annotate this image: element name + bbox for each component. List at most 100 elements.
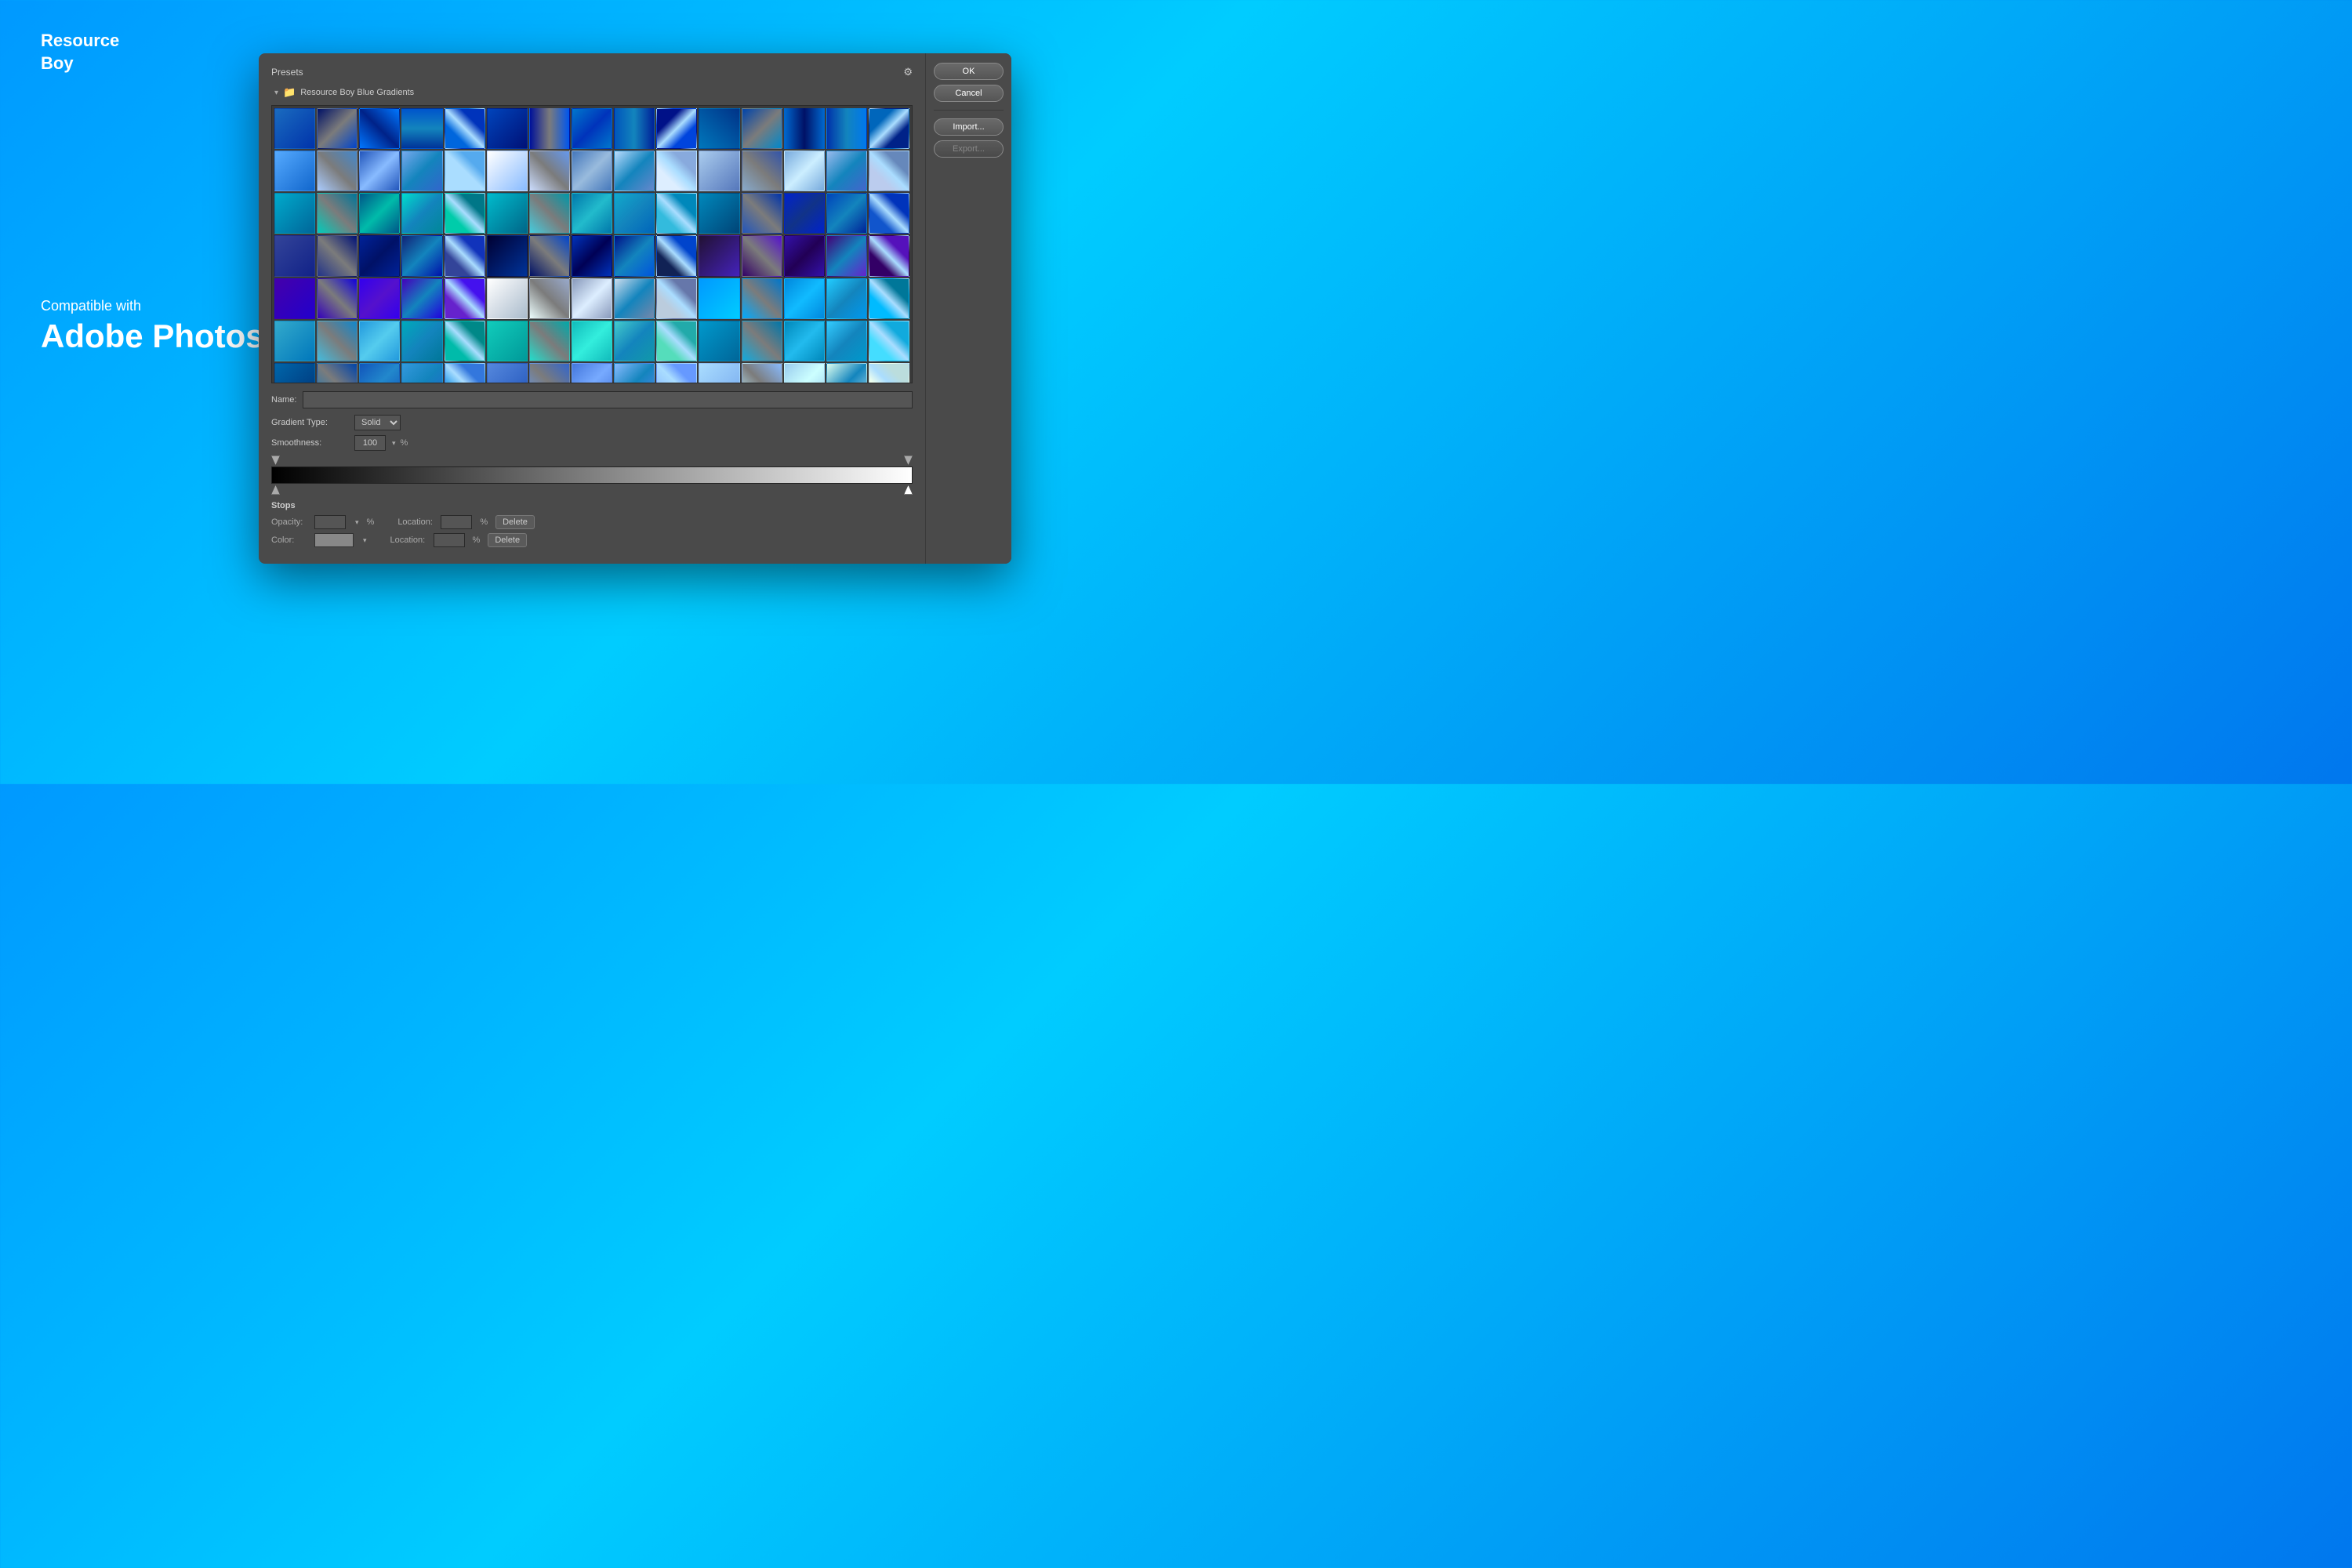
gradient-cell-103[interactable] (826, 363, 867, 383)
gradient-cell-98[interactable] (614, 363, 655, 383)
gradient-cell-32[interactable] (359, 193, 400, 234)
gradient-cell-13[interactable] (826, 108, 867, 149)
gradient-cell-82[interactable] (572, 321, 612, 361)
gradient-cell-88[interactable] (826, 321, 867, 361)
gradient-cell-50[interactable] (487, 235, 528, 276)
gradient-cell-24[interactable] (656, 151, 697, 191)
smoothness-input[interactable] (354, 435, 386, 451)
gradient-type-select[interactable]: Solid Noise (354, 415, 401, 430)
gradient-cell-94[interactable] (445, 363, 485, 383)
gradient-cell-68[interactable] (614, 278, 655, 319)
gradient-cell-83[interactable] (614, 321, 655, 361)
export-button[interactable]: Export... (934, 140, 1004, 158)
gradient-cell-97[interactable] (572, 363, 612, 383)
gradient-cell-5[interactable] (487, 108, 528, 149)
gradient-cell-4[interactable] (445, 108, 485, 149)
gradient-cell-17[interactable] (359, 151, 400, 191)
gradient-cell-92[interactable] (359, 363, 400, 383)
gradient-cell-54[interactable] (656, 235, 697, 276)
stop-bottom-right[interactable] (904, 485, 913, 495)
gradient-cell-64[interactable] (445, 278, 485, 319)
gradient-cell-6[interactable] (529, 108, 570, 149)
gradient-cell-52[interactable] (572, 235, 612, 276)
gradient-cell-104[interactable] (869, 363, 909, 383)
gradient-cell-101[interactable] (742, 363, 782, 383)
gradient-cell-47[interactable] (359, 235, 400, 276)
gradient-cell-66[interactable] (529, 278, 570, 319)
gradient-cell-87[interactable] (784, 321, 825, 361)
gradient-cell-12[interactable] (784, 108, 825, 149)
gradient-cell-25[interactable] (699, 151, 739, 191)
gradient-cell-36[interactable] (529, 193, 570, 234)
gradient-cell-91[interactable] (317, 363, 358, 383)
gradient-cell-20[interactable] (487, 151, 528, 191)
gradient-cell-69[interactable] (656, 278, 697, 319)
gear-button[interactable]: ⚙ (903, 66, 913, 78)
gradient-cell-99[interactable] (656, 363, 697, 383)
import-button[interactable]: Import... (934, 118, 1004, 136)
delete-button-2[interactable]: Delete (488, 533, 527, 547)
gradient-cell-18[interactable] (401, 151, 442, 191)
gradient-cell-46[interactable] (317, 235, 358, 276)
gradient-cell-2[interactable] (359, 108, 400, 149)
gradient-cell-102[interactable] (784, 363, 825, 383)
ok-button[interactable]: OK (934, 63, 1004, 80)
gradient-cell-40[interactable] (699, 193, 739, 234)
gradient-cell-37[interactable] (572, 193, 612, 234)
gradient-cell-61[interactable] (317, 278, 358, 319)
gradient-cell-51[interactable] (529, 235, 570, 276)
gradient-cell-21[interactable] (529, 151, 570, 191)
gradient-cell-74[interactable] (869, 278, 909, 319)
gradient-cell-23[interactable] (614, 151, 655, 191)
gradient-cell-81[interactable] (529, 321, 570, 361)
gradient-cell-79[interactable] (445, 321, 485, 361)
gradient-cell-22[interactable] (572, 151, 612, 191)
gradient-cell-49[interactable] (445, 235, 485, 276)
gradient-cell-41[interactable] (742, 193, 782, 234)
gradient-cell-67[interactable] (572, 278, 612, 319)
gradient-cell-60[interactable] (274, 278, 315, 319)
gradient-cell-96[interactable] (529, 363, 570, 383)
gradient-cell-62[interactable] (359, 278, 400, 319)
gradient-cell-3[interactable] (401, 108, 442, 149)
gradient-cell-33[interactable] (401, 193, 442, 234)
gradient-cell-1[interactable] (317, 108, 358, 149)
gradient-cell-95[interactable] (487, 363, 528, 383)
gradient-cell-73[interactable] (826, 278, 867, 319)
gradient-cell-76[interactable] (317, 321, 358, 361)
gradient-bar[interactable] (271, 466, 913, 484)
gradient-cell-39[interactable] (656, 193, 697, 234)
gradient-cell-57[interactable] (784, 235, 825, 276)
gradient-cell-45[interactable] (274, 235, 315, 276)
gradient-cell-72[interactable] (784, 278, 825, 319)
gradient-cell-10[interactable] (699, 108, 739, 149)
gradient-cell-55[interactable] (699, 235, 739, 276)
cancel-button[interactable]: Cancel (934, 85, 1004, 102)
gradient-cell-77[interactable] (359, 321, 400, 361)
gradient-cell-90[interactable] (274, 363, 315, 383)
gradient-cell-84[interactable] (656, 321, 697, 361)
gradient-cell-80[interactable] (487, 321, 528, 361)
gradient-cell-93[interactable] (401, 363, 442, 383)
gradient-cell-27[interactable] (784, 151, 825, 191)
location-input-2[interactable] (434, 533, 465, 547)
gradient-cell-26[interactable] (742, 151, 782, 191)
gradient-cell-7[interactable] (572, 108, 612, 149)
stop-bottom-left[interactable] (271, 485, 280, 495)
gradient-cell-34[interactable] (445, 193, 485, 234)
gradient-cell-16[interactable] (317, 151, 358, 191)
gradient-cell-29[interactable] (869, 151, 909, 191)
gradient-cell-56[interactable] (742, 235, 782, 276)
gradient-cell-100[interactable] (699, 363, 739, 383)
gradient-cell-71[interactable] (742, 278, 782, 319)
gradient-cell-85[interactable] (699, 321, 739, 361)
stop-top-right[interactable] (904, 456, 913, 465)
gradient-cell-30[interactable] (274, 193, 315, 234)
gradient-cell-14[interactable] (869, 108, 909, 149)
gradient-cell-65[interactable] (487, 278, 528, 319)
gradient-cell-59[interactable] (869, 235, 909, 276)
gradient-cell-11[interactable] (742, 108, 782, 149)
gradient-cell-15[interactable] (274, 151, 315, 191)
stop-top-left[interactable] (271, 456, 280, 465)
opacity-input[interactable] (314, 515, 346, 529)
